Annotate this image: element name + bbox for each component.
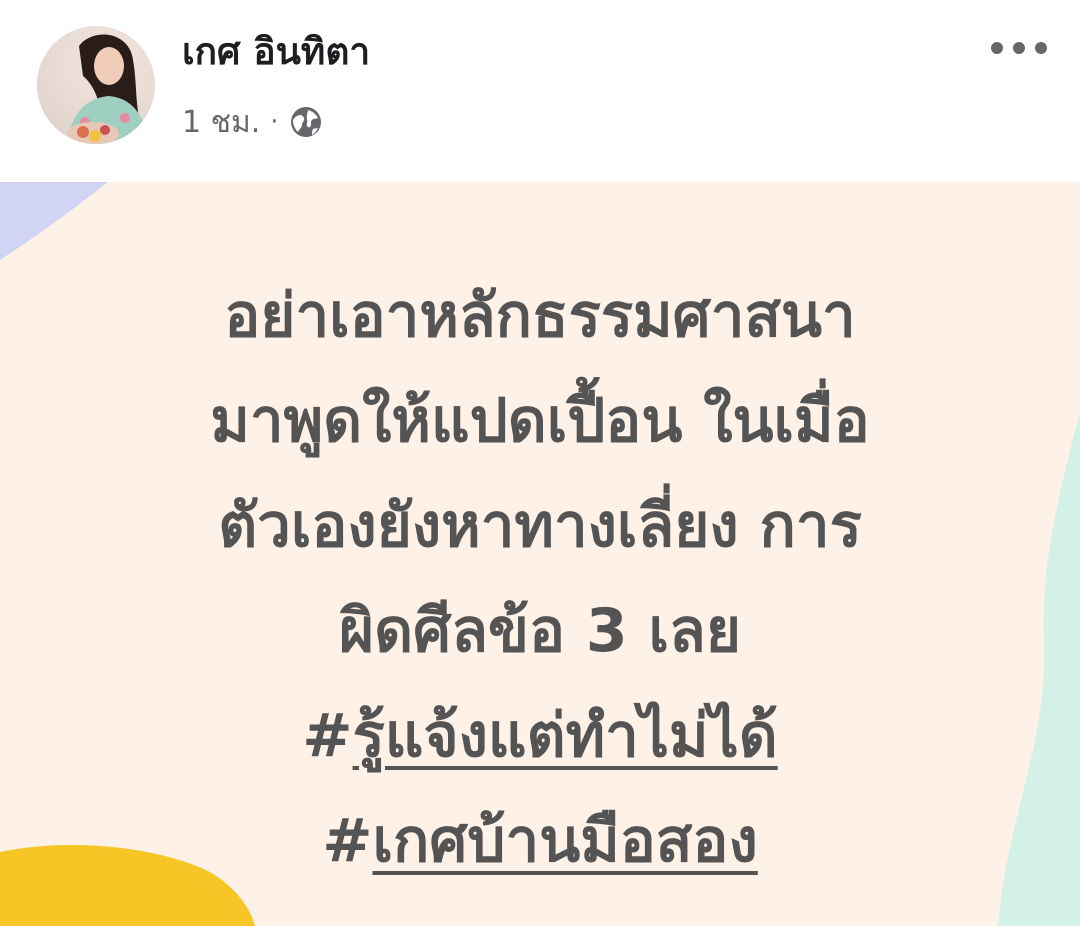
hashtag-link[interactable]: #รู้แจ้งแต่ทำไม่ได้: [302, 701, 777, 771]
author-name[interactable]: เกศ อินทิตา: [182, 30, 370, 74]
post-text-line-2: มาพูดให้แปดเปื้อน ในเมื่อ: [210, 386, 870, 456]
hashtag-text: เกศบ้านมือสอง: [372, 806, 758, 876]
post-meta: 1 ชม. ·: [182, 100, 323, 144]
post-header: เกศ อินทิตา 1 ชม. ·: [0, 0, 1080, 182]
hashtag-text: รู้แจ้งแต่ทำไม่ได้: [352, 701, 778, 771]
post-text-line-1: อย่าเอาหลักธรรมศาสนา: [224, 281, 856, 351]
hashtag-symbol: #: [322, 806, 373, 876]
post-background-card: อย่าเอาหลักธรรมศาสนา มาพูดให้แปดเปื้อน ใ…: [0, 182, 1080, 926]
hashtag-symbol: #: [302, 701, 353, 771]
avatar[interactable]: [37, 26, 155, 144]
hashtag-line-1: #รู้แจ้งแต่ทำไม่ได้: [60, 684, 1020, 789]
post-text-line-4: ผิดศีลข้อ 3 เลย: [339, 596, 741, 666]
globe-icon[interactable]: [289, 105, 323, 139]
post-text-line-3: ตัวเองยังหาทางเลี่ยง การ: [218, 491, 862, 561]
more-options-button[interactable]: [983, 28, 1055, 68]
post-timestamp[interactable]: 1 ชม.: [182, 99, 260, 146]
meta-separator: ·: [270, 107, 279, 137]
hashtag-line-2: #เกศบ้านมือสอง: [60, 789, 1020, 894]
post-text: อย่าเอาหลักธรรมศาสนา มาพูดให้แปดเปื้อน ใ…: [60, 264, 1020, 894]
hashtag-link[interactable]: #เกศบ้านมือสอง: [322, 806, 758, 876]
more-horizontal-icon: [991, 42, 1047, 54]
